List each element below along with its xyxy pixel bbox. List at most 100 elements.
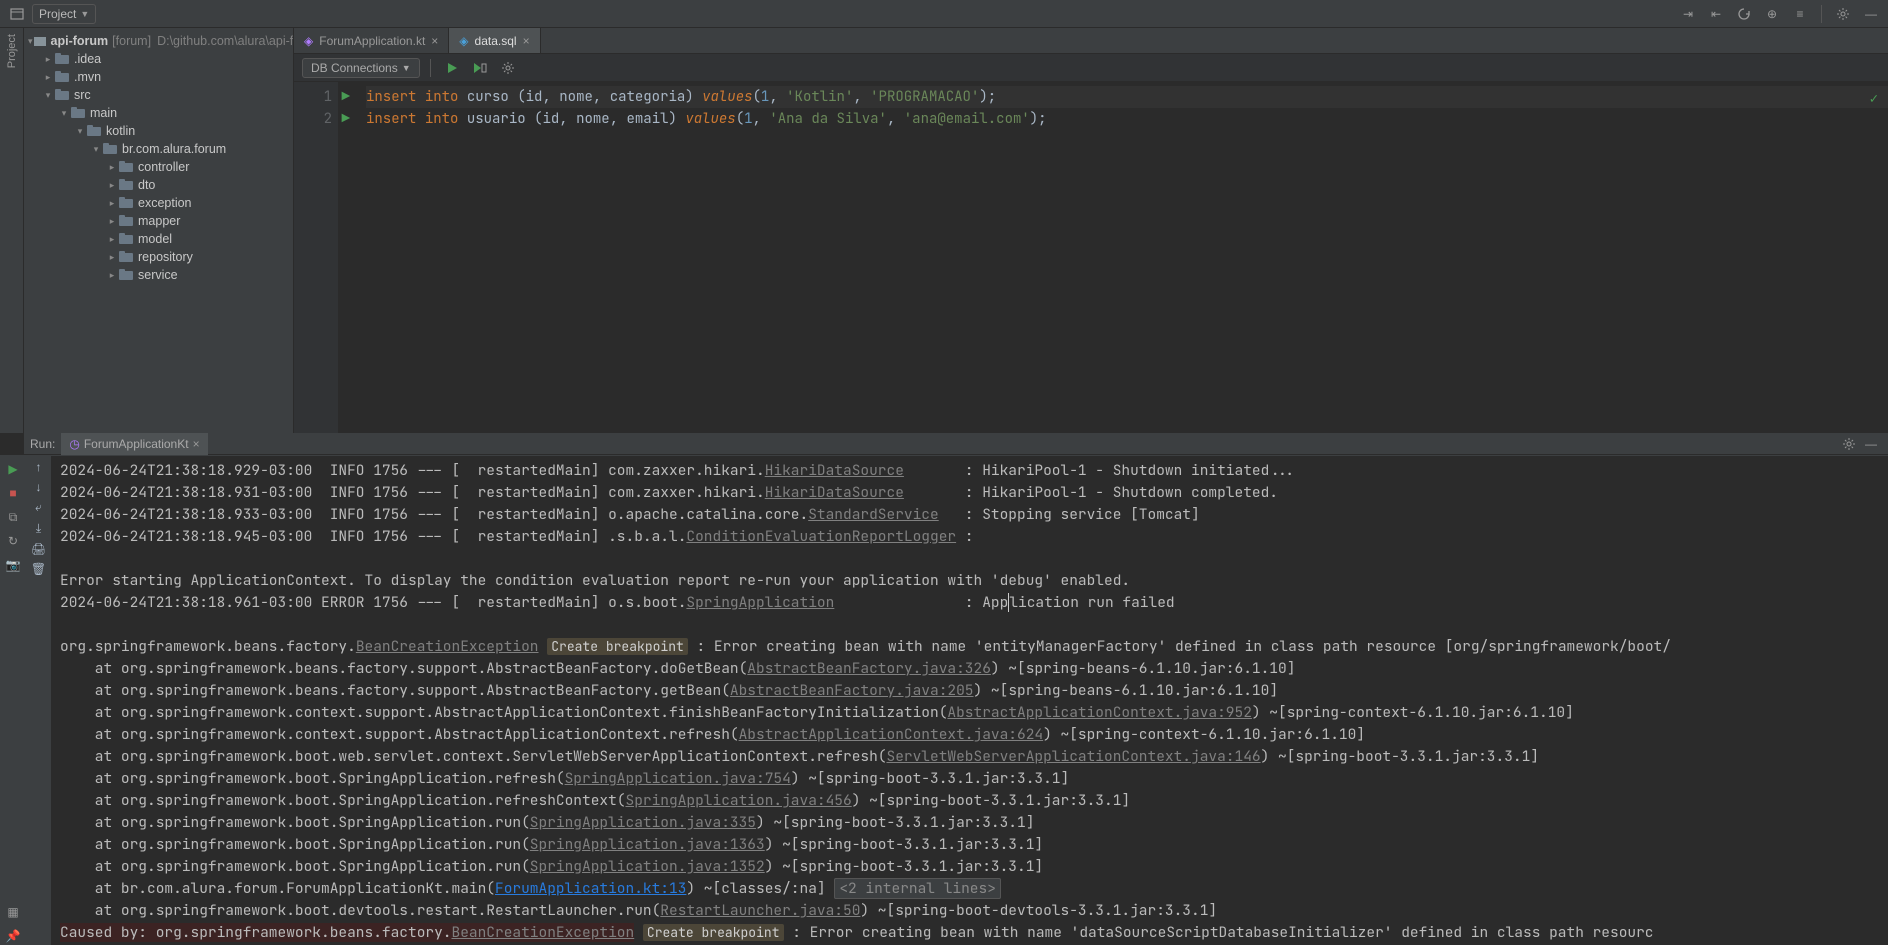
run-sql-new-icon[interactable]	[469, 57, 491, 79]
tree-node[interactable]: ▾ main	[24, 104, 293, 122]
tree-node-label: service	[138, 268, 178, 282]
project-tree[interactable]: ▾ api-forum [forum] D:\github.com\alura\…	[24, 28, 293, 433]
run-tool-header: Run: ◷ ForumApplicationKt × —	[24, 433, 1888, 455]
module-icon	[33, 34, 47, 48]
pin-icon[interactable]: 📌	[4, 927, 22, 945]
db-connections-dropdown[interactable]: DB Connections ▼	[302, 58, 420, 78]
hide-icon[interactable]: —	[1860, 433, 1882, 455]
editor-tab[interactable]: ◈ ForumApplication.kt ×	[294, 28, 449, 53]
chevron-icon: ▾	[42, 90, 54, 101]
camera-icon[interactable]: 📷	[4, 556, 22, 574]
console-line: at org.springframework.boot.SpringApplic…	[60, 834, 1880, 856]
settings-icon[interactable]	[1832, 3, 1854, 25]
console-line: 2024-06-24T21:38:18.929-03:00 INFO 1756 …	[60, 460, 1880, 482]
tree-node[interactable]: ▸mapper	[24, 212, 293, 230]
console-side-actions: ↑ ↓ ⤶ ⤓ 🖨 🗑	[26, 456, 52, 945]
tab-label: ForumApplication.kt	[319, 34, 425, 48]
check-status-icon[interactable]: ✓	[1870, 88, 1878, 110]
tree-root[interactable]: ▾ api-forum [forum] D:\github.com\alura\…	[24, 32, 293, 50]
soft-wrap-icon[interactable]: ⤶	[35, 500, 42, 515]
chevron-icon: ▸	[106, 270, 118, 281]
code-line[interactable]: insert into curso (id, nome, categoria) …	[366, 86, 1888, 108]
tree-node[interactable]: ▾br.com.alura.forum	[24, 140, 293, 158]
chevron-icon: ▸	[106, 252, 118, 263]
scroll-end-icon[interactable]: ⤓	[36, 521, 41, 536]
tree-node-label: src	[74, 88, 91, 102]
chevron-icon: ▸	[106, 198, 118, 209]
down-stack-icon[interactable]: ↓	[36, 480, 42, 494]
close-icon[interactable]: ×	[523, 34, 530, 48]
tree-node[interactable]: ▸ .mvn	[24, 68, 293, 86]
trash-icon[interactable]: 🗑	[31, 562, 46, 576]
root-bracket: [forum]	[112, 34, 151, 48]
gear-icon[interactable]	[497, 57, 519, 79]
locate-icon[interactable]: ⊕	[1761, 3, 1783, 25]
tree-node[interactable]: ▾ kotlin	[24, 122, 293, 140]
close-icon[interactable]: ×	[193, 437, 200, 451]
chevron-down-icon: ▼	[402, 63, 411, 73]
folder-icon	[54, 71, 70, 83]
gear-icon[interactable]	[1838, 433, 1860, 455]
run-tab[interactable]: ◷ ForumApplicationKt ×	[61, 433, 207, 455]
run-sql-icon[interactable]	[441, 57, 463, 79]
tree-node[interactable]: ▸.idea	[24, 50, 293, 68]
editor-tab[interactable]: ◈data.sql×	[449, 28, 540, 53]
folder-icon	[118, 233, 134, 245]
flatten-icon[interactable]: ≡	[1789, 3, 1811, 25]
console-line: at org.springframework.beans.factory.sup…	[60, 680, 1880, 702]
console-line: 2024-06-24T21:38:18.933-03:00 INFO 1756 …	[60, 504, 1880, 526]
tree-node[interactable]: ▸exception	[24, 194, 293, 212]
expand-icon[interactable]: ⇤	[1705, 3, 1727, 25]
tree-node-label: kotlin	[106, 124, 135, 138]
tree-node[interactable]: ▸model	[24, 230, 293, 248]
editor-toolbar: DB Connections ▼	[294, 54, 1888, 82]
console-line: at org.springframework.beans.factory.sup…	[60, 658, 1880, 680]
console-line: Error starting ApplicationContext. To di…	[60, 570, 1880, 592]
print-icon[interactable]: 🖨	[31, 542, 46, 556]
run-panel: ▶ ■ ⧉ ↻ 📷 ▦ 📌 ↑ ↓ ⤶ ⤓ 🖨 🗑 2024-06-24T21:…	[0, 455, 1888, 945]
tab-label: data.sql	[475, 34, 517, 48]
chevron-icon: ▸	[42, 72, 54, 83]
build-icon[interactable]: ▦	[4, 903, 22, 921]
project-view-icon[interactable]	[6, 3, 28, 25]
tree-node-label: model	[138, 232, 172, 246]
chevron-icon: ▾	[58, 108, 70, 119]
code-editor[interactable]: 1▶2▶ ✓ insert into curso (id, nome, cate…	[294, 82, 1888, 433]
folder-icon	[102, 143, 118, 155]
console-line	[60, 548, 1880, 570]
console-line: 2024-06-24T21:38:18.945-03:00 INFO 1756 …	[60, 526, 1880, 548]
tree-node[interactable]: ▸dto	[24, 176, 293, 194]
run-rerun-icon[interactable]: ▶	[4, 460, 22, 478]
hide-icon[interactable]: —	[1860, 3, 1882, 25]
project-pane: ▾ api-forum [forum] D:\github.com\alura\…	[24, 28, 294, 433]
project-tool-tab[interactable]: Project	[6, 34, 18, 68]
chevron-icon: ▾	[74, 126, 86, 137]
console-line: at org.springframework.boot.SpringApplic…	[60, 812, 1880, 834]
tree-node[interactable]: ▸ service	[24, 266, 293, 284]
refresh-icon[interactable]	[1733, 3, 1755, 25]
run-console[interactable]: 2024-06-24T21:38:18.929-03:00 INFO 1756 …	[52, 456, 1888, 945]
up-stack-icon[interactable]: ↑	[36, 460, 42, 474]
folder-icon	[70, 107, 86, 119]
tree-node-label: br.com.alura.forum	[122, 142, 226, 156]
close-icon[interactable]: ×	[431, 34, 438, 48]
tree-node[interactable]: ▾ src	[24, 86, 293, 104]
restart-icon[interactable]: ↻	[4, 532, 22, 550]
tree-node-label: main	[90, 106, 117, 120]
file-icon: ◈	[304, 34, 313, 48]
console-line: at org.springframework.boot.SpringApplic…	[60, 790, 1880, 812]
editor-area: ◈ ForumApplication.kt ×◈ data.sql × DB Conne…	[294, 28, 1888, 433]
project-selector[interactable]: Project ▼	[32, 4, 96, 24]
console-line: at org.springframework.boot.SpringApplic…	[60, 768, 1880, 790]
tree-node-label: .mvn	[74, 70, 101, 84]
code-line[interactable]: insert into usuario (id, nome, email) va…	[366, 108, 1888, 130]
chevron-icon: ▸	[106, 180, 118, 191]
stop-icon[interactable]: ■	[4, 484, 22, 502]
tree-node[interactable]: ▸controller	[24, 158, 293, 176]
collapse-icon[interactable]: ⇥	[1677, 3, 1699, 25]
tree-node[interactable]: ▸repository	[24, 248, 293, 266]
chevron-icon: ▸	[106, 162, 118, 173]
folder-icon	[118, 161, 134, 173]
layout-icon[interactable]: ⧉	[4, 508, 22, 526]
chevron-icon: ▸	[106, 216, 118, 227]
